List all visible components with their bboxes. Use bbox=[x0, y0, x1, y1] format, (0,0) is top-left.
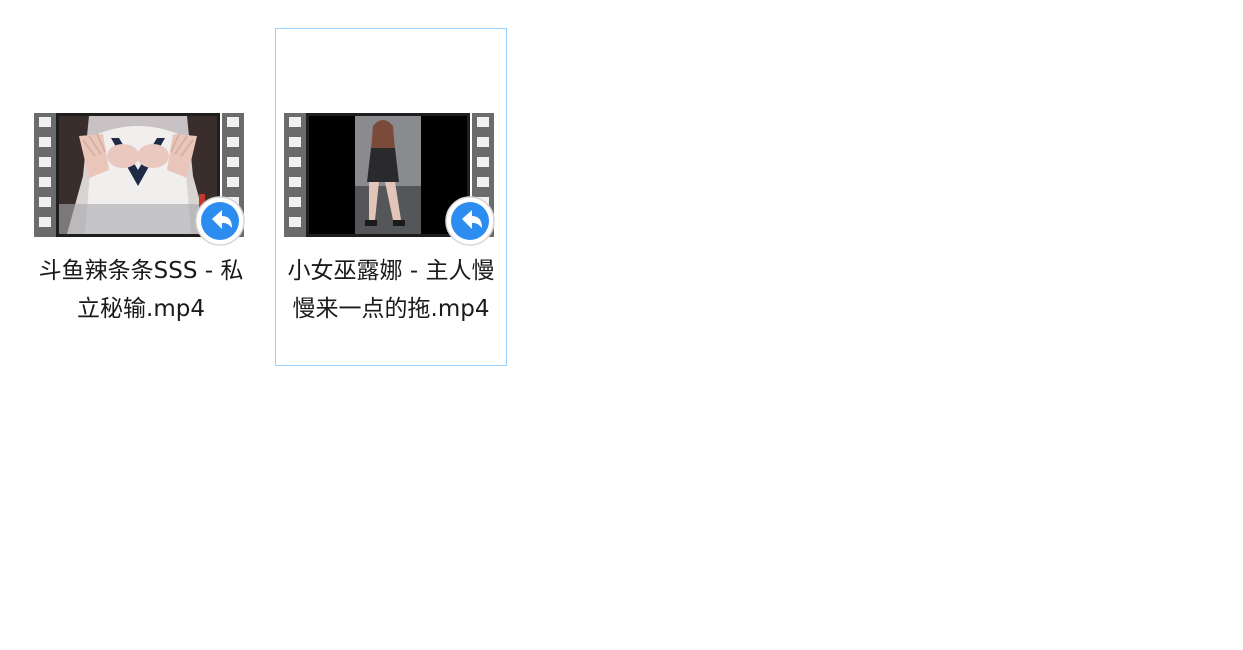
file-item-selected[interactable]: 小女巫露娜 - 主人慢慢来一点的拖.mp4 bbox=[275, 28, 507, 366]
video-thumbnail-icon bbox=[284, 113, 495, 246]
file-name-label: 斗鱼辣条条SSS - 私立秘输.mp4 bbox=[38, 258, 244, 322]
shortcut-arrow-icon bbox=[195, 196, 245, 246]
file-view-area[interactable]: 斗鱼辣条条SSS - 私立秘输.mp4 小女巫露娜 - 主人慢慢来一点的拖.mp… bbox=[0, 0, 1243, 650]
shortcut-arrow-icon bbox=[445, 196, 495, 246]
file-item[interactable]: 斗鱼辣条条SSS - 私立秘输.mp4 bbox=[25, 28, 257, 328]
file-name-label: 小女巫露娜 - 主人慢慢来一点的拖.mp4 bbox=[287, 258, 495, 322]
video-thumbnail-icon bbox=[34, 113, 245, 246]
filmstrip-left bbox=[284, 113, 306, 237]
filmstrip-left bbox=[34, 113, 56, 237]
